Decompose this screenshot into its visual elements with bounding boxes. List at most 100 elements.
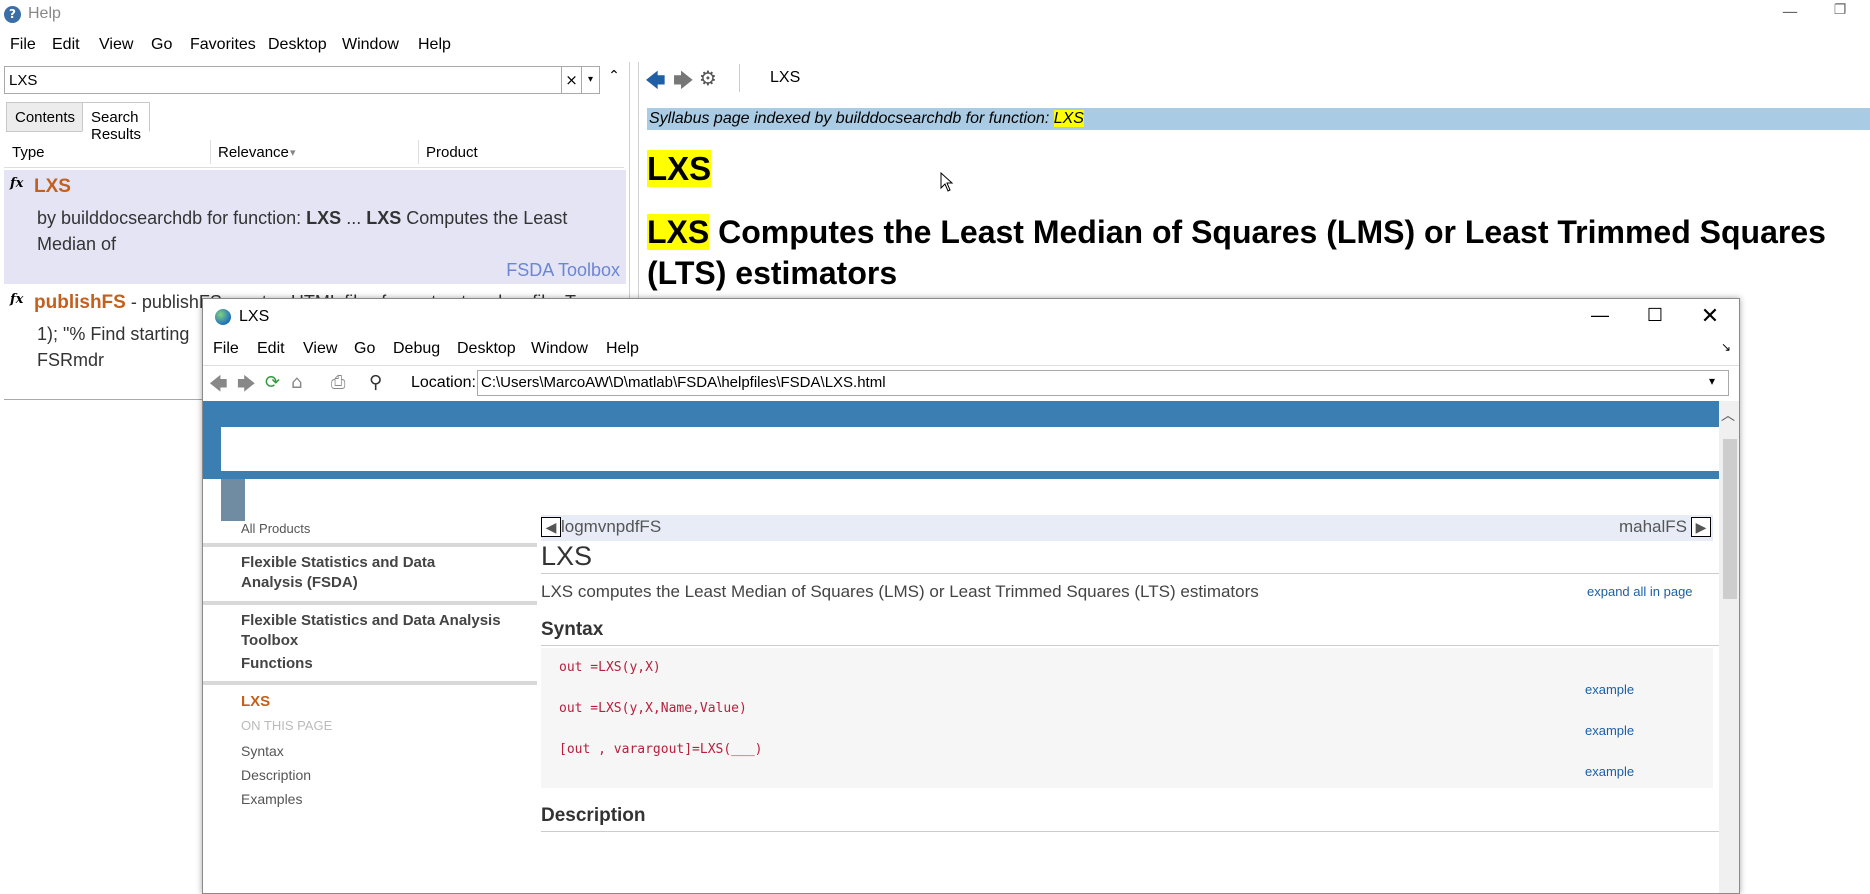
gear-icon[interactable]: ⚙ [699,66,717,90]
nav-current-lxs[interactable]: LXS [241,693,270,710]
menu-help[interactable]: Help [606,340,639,358]
web-content: All Products Flexible Statistics and Dat… [203,401,1719,893]
menubar: File Edit View Go Favorites Desktop Wind… [0,30,1870,60]
syntax-heading: Syntax [541,619,604,640]
nav-toolbox[interactable]: Flexible Statistics and Data Analysis To… [241,611,511,651]
example-link[interactable]: example [1585,723,1634,738]
menu-go[interactable]: Go [354,340,375,358]
search-input[interactable] [5,67,561,93]
description-heading: Description [541,805,646,826]
menu-window[interactable]: Window [342,36,399,54]
search-result-lxs[interactable]: fx LXS by builddocsearchdb for function:… [4,170,626,284]
function-icon: fx [10,176,24,191]
nav-toggle[interactable] [221,479,245,521]
lxs-menubar: File Edit View Go Debug Desktop Window H… [203,335,1739,365]
nav-functions[interactable]: Functions [241,655,313,672]
back-arrow-icon[interactable]: 🡄 [209,372,228,402]
search-field[interactable] [4,66,562,94]
menu-window[interactable]: Window [531,340,588,358]
next-arrow-icon[interactable]: ▶ [1691,517,1711,537]
menu-file[interactable]: File [10,36,36,54]
menu-edit[interactable]: Edit [52,36,80,54]
syntax-line: [out , varargout]=LXS(___) [559,742,763,757]
result-snippet: 1); "% Find starting [37,324,190,344]
chevron-down-icon[interactable]: ▾ [1709,374,1715,388]
menu-view[interactable]: View [99,36,133,54]
menu-desktop[interactable]: Desktop [457,340,516,358]
tab-contents[interactable]: Contents [6,102,85,132]
menu-help[interactable]: Help [418,36,451,54]
menu-file[interactable]: File [213,340,239,358]
minimize-button[interactable]: — [1585,305,1615,326]
nav-description[interactable]: Description [241,767,311,783]
menu-desktop[interactable]: Desktop [268,36,327,54]
syntax-line: out =LXS(y,X,Name,Value) [559,701,747,716]
results-header: Type Relevance ▾ Product [4,136,624,168]
lxs-browser-window: LXS — ☐ ✕ File Edit View Go Debug Deskto… [202,298,1740,894]
restore-button[interactable]: ❐ [1820,2,1860,28]
prev-next-bar: ◀ logmvnpdfFS mahalFS ▶ [541,515,1713,541]
menu-go[interactable]: Go [151,36,172,54]
undock-icon[interactable]: ↘ [1721,340,1731,354]
vertical-scrollbar[interactable]: ︿ [1719,401,1739,893]
lxs-window-title: LXS [239,308,270,325]
lxs-title-bar: LXS — ☐ ✕ [203,299,1739,335]
nav-fsda[interactable]: Flexible Statistics and Data Analysis (F… [241,553,441,593]
sort-down-icon: ▾ [290,147,296,159]
result-product[interactable]: FSDA Toolbox [506,260,620,281]
function-icon: fx [10,292,24,307]
divider [541,645,1719,646]
example-link[interactable]: example [1585,682,1634,697]
result-snippet-line2: FSRmdr [37,350,104,370]
page-subtitle: LXS Computes the Least Median of Squares… [647,214,1826,291]
divider [541,831,1719,832]
divider [541,573,1719,574]
next-page-link[interactable]: mahalFS [1619,517,1687,537]
nav-on-this-page: ON THIS PAGE [241,718,333,733]
collapse-icon[interactable]: ⌃ [604,68,624,92]
nav-syntax[interactable]: Syntax [241,743,284,759]
search-history-dropdown[interactable]: ▾ [582,66,600,94]
mouse-cursor-icon [940,172,954,192]
home-icon[interactable]: ⌂ [291,372,302,393]
column-relevance[interactable]: Relevance [218,144,289,161]
result-snippet-line2: Median of [37,234,117,254]
address-field[interactable]: LXS [739,64,1870,92]
menu-debug[interactable]: Debug [393,340,440,358]
title-bar: ? Help — ❐ [0,0,1870,30]
nav-examples[interactable]: Examples [241,791,302,807]
clear-search-button[interactable]: × [562,66,582,94]
syllabus-banner: Syllabus page indexed by builddocsearchd… [647,108,1870,130]
example-link[interactable]: example [1585,764,1634,779]
menu-favorites[interactable]: Favorites [190,36,256,54]
print-icon[interactable]: ⎙ [331,372,345,393]
forward-arrow-icon[interactable]: 🡆 [673,66,694,100]
syntax-line: out =LXS(y,X) [559,660,661,675]
help-icon: ? [4,6,21,23]
forward-arrow-icon[interactable]: 🡆 [237,372,256,402]
scroll-thumb[interactable] [1723,439,1737,599]
close-button[interactable]: ✕ [1695,303,1725,329]
column-type[interactable]: Type [12,144,45,161]
location-input[interactable]: C:\Users\MarcoAW\D\matlab\FSDA\helpfiles… [477,370,1729,396]
location-label: Location: [411,374,476,391]
minimize-button[interactable]: — [1770,2,1810,28]
nav-all-products[interactable]: All Products [241,521,310,536]
find-binoculars-icon[interactable]: ⚲ [369,372,382,393]
menu-view[interactable]: View [303,340,337,358]
tab-search-results[interactable]: Search Results [82,102,151,143]
back-arrow-icon[interactable]: 🡄 [645,66,666,100]
expand-all-link[interactable]: expand all in page [1587,584,1693,599]
doc-title: LXS [541,541,593,571]
globe-icon [215,309,231,325]
scroll-up-icon[interactable]: ︿ [1721,405,1735,425]
prev-arrow-icon[interactable]: ◀ [541,517,561,537]
banner-search-area [221,427,1719,471]
result-title[interactable]: LXS [34,176,71,198]
prev-page-link[interactable]: logmvnpdfFS [561,517,661,537]
column-product[interactable]: Product [426,144,478,161]
menu-edit[interactable]: Edit [257,340,285,358]
syntax-block: out =LXS(y,X) example out =LXS(y,X,Name,… [541,648,1713,788]
refresh-icon[interactable]: ⟳ [265,372,280,393]
maximize-button[interactable]: ☐ [1640,305,1670,326]
